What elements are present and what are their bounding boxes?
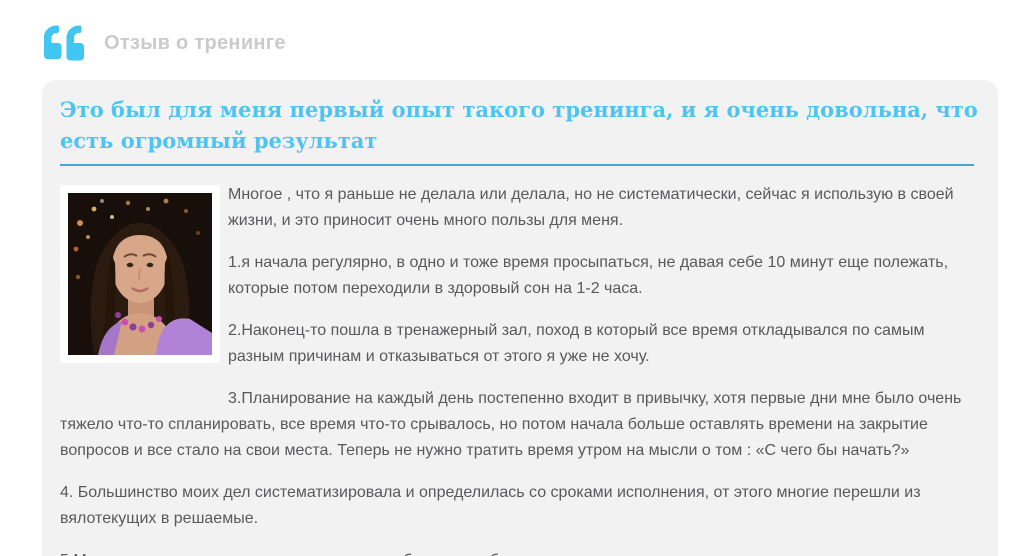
page: Отзыв о тренинге Это был для меня первый… [0, 0, 1029, 556]
section-header: Отзыв о тренинге [40, 22, 1029, 64]
photo-frame [60, 185, 220, 363]
testimonial-heading: Это был для меня первый опыт такого трен… [60, 97, 978, 153]
testimonial-paragraph: 5.Минимизировала прерывания, и появилось… [60, 548, 978, 556]
testimonial-paragraph: 3.Планирование на каждый день постепенно… [60, 390, 962, 459]
heading-underline [60, 164, 974, 166]
testimonial-body: Многое , что я раньше не делала или дела… [60, 182, 978, 556]
testimonial-paragraph: 4. Большинство моих дел систематизировал… [60, 484, 921, 527]
quote-icon [44, 25, 84, 61]
section-title: Отзыв о тренинге [104, 31, 286, 54]
portrait-photo [68, 193, 212, 355]
testimonial-card: Это был для меня первый опыт такого трен… [42, 80, 998, 556]
